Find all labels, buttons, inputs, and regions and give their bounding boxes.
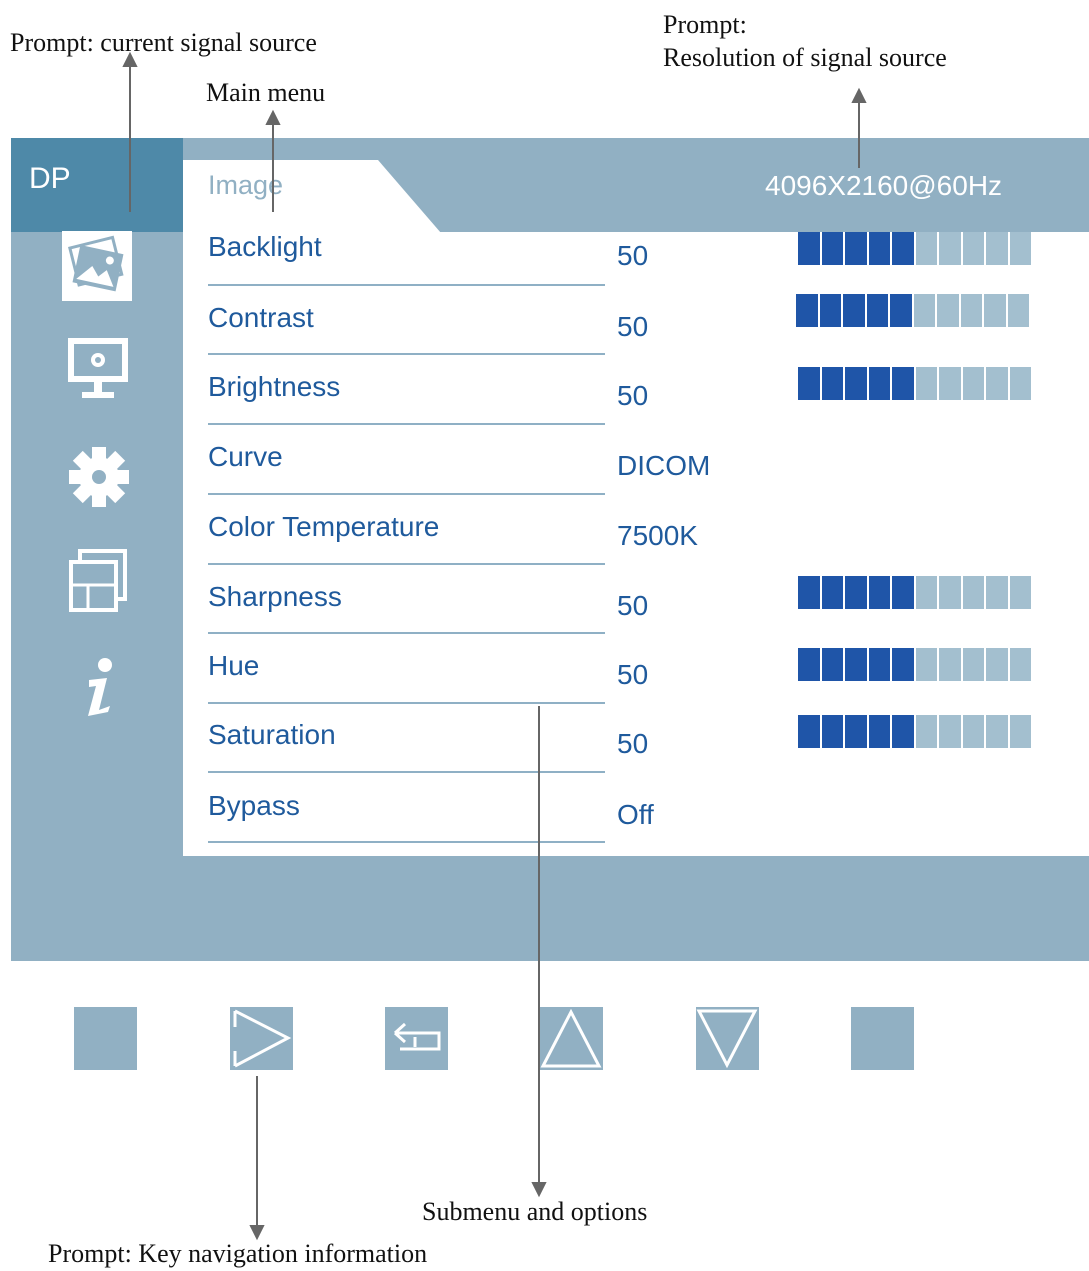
annotation-arrows (122, 51, 867, 1241)
